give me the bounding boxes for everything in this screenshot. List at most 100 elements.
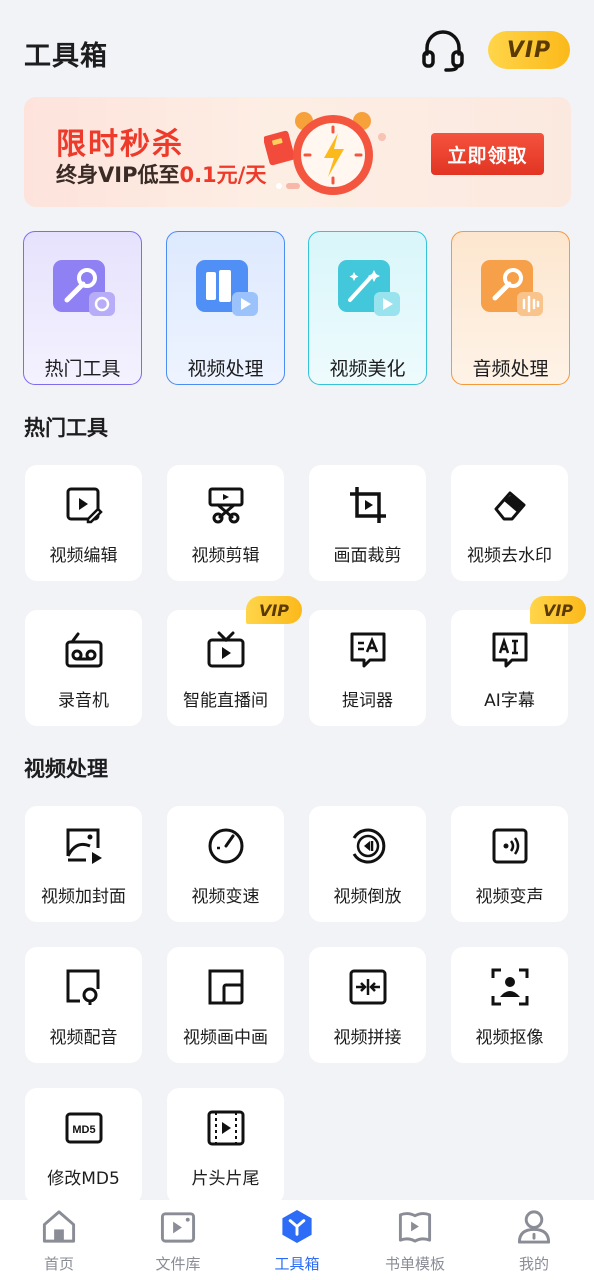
tool-label: 片头片尾	[191, 1169, 260, 1189]
tool-label: 视频加封面	[41, 887, 126, 907]
tool-video-cut[interactable]: 视频剪辑	[167, 465, 284, 581]
tool-crop[interactable]: 画面裁剪	[309, 465, 426, 581]
claim-button[interactable]: 立即领取	[431, 133, 544, 175]
tool-video-dubbing[interactable]: 视频配音	[25, 947, 142, 1063]
scissors-icon	[208, 487, 243, 524]
tool-label: 视频画中画	[183, 1028, 268, 1048]
tool-smart-live[interactable]: 智能直播间 VIP	[167, 596, 302, 726]
file-library-icon	[160, 1212, 196, 1243]
tool-label: 智能直播间	[183, 691, 268, 711]
nav-home[interactable]: 首页	[4, 1208, 114, 1274]
dubbing-icon	[66, 969, 99, 1005]
alarm-clock-icon	[264, 112, 386, 195]
category-label: 热门工具	[44, 358, 121, 380]
crop-icon	[349, 487, 386, 523]
category-audio-processing[interactable]: 音频处理	[451, 231, 570, 385]
tool-label: 视频倒放	[333, 887, 402, 907]
tool-portrait-cutout[interactable]: 视频抠像	[451, 947, 568, 1063]
tool-label: 视频拼接	[333, 1028, 402, 1048]
nav-label: 工具箱	[274, 1255, 320, 1273]
category-label: 视频美化	[329, 358, 406, 380]
tool-remove-watermark[interactable]: 视频去水印	[451, 465, 568, 581]
profile-icon	[517, 1210, 551, 1244]
portrait-cutout-icon	[491, 968, 528, 1006]
tool-label: 修改MD5	[47, 1169, 120, 1189]
tool-label: AI字幕	[484, 691, 535, 711]
magic-wand-icon	[337, 260, 400, 316]
nav-label: 书单模板	[384, 1255, 445, 1273]
vip-badge: VIP	[530, 596, 586, 624]
tool-picture-in-picture[interactable]: 视频画中画	[167, 947, 284, 1063]
tool-teleprompter[interactable]: 提词器	[309, 610, 426, 726]
home-icon	[42, 1210, 76, 1243]
md5-icon: MD5	[65, 1112, 102, 1144]
nav-file-library[interactable]: 文件库	[123, 1208, 233, 1274]
category-video-beautify[interactable]: 视频美化	[308, 231, 427, 385]
banner-title: 限时秒杀	[56, 127, 184, 162]
merge-icon	[349, 969, 386, 1005]
category-video-processing[interactable]: 视频处理	[166, 231, 285, 385]
section-title-hot-tools: 热门工具	[24, 416, 108, 440]
speedometer-icon	[208, 828, 243, 864]
tool-recorder[interactable]: 录音机	[25, 610, 142, 726]
eraser-icon	[494, 491, 525, 521]
category-label: 音频处理	[472, 358, 549, 380]
rewind-icon	[352, 828, 385, 864]
tool-ai-subtitle[interactable]: AI字幕 VIP	[451, 596, 586, 726]
cover-icon	[66, 828, 102, 864]
tool-video-cover[interactable]: 视频加封面	[25, 806, 142, 922]
section-title-video-processing: 视频处理	[24, 757, 108, 781]
tool-label: 视频剪辑	[191, 546, 260, 566]
tool-label: 视频去水印	[467, 546, 552, 566]
banner-subtitle: 终身VIP低至0.1元/天	[56, 159, 266, 189]
film-icon	[207, 1110, 244, 1146]
tool-label: 视频变速	[191, 887, 260, 907]
carousel-dot-active	[286, 183, 300, 189]
tool-label: 视频变声	[475, 887, 544, 907]
tool-voice-change[interactable]: 视频变声	[451, 806, 568, 922]
carousel-dot	[276, 183, 282, 189]
bottom-nav: 首页 文件库 工具箱 书单模板 我的	[0, 1200, 594, 1280]
tool-video-edit[interactable]: 视频编辑	[25, 465, 142, 581]
tool-intro-outro[interactable]: 片头片尾	[167, 1088, 284, 1204]
tool-label: 录音机	[58, 691, 109, 711]
promo-banner[interactable]: 限时秒杀 终身VIP低至0.1元/天 立即领取	[24, 97, 571, 207]
category-hot-tools[interactable]: 热门工具	[23, 231, 142, 385]
nav-label: 我的	[518, 1255, 549, 1273]
tv-icon	[207, 631, 244, 668]
pip-icon	[208, 969, 243, 1005]
tool-video-merge[interactable]: 视频拼接	[309, 947, 426, 1063]
tool-label: 画面裁剪	[333, 546, 402, 566]
ai-subtitle-icon	[492, 632, 527, 668]
banner-price: 0.1元/天	[179, 163, 267, 187]
tool-label: 提词器	[342, 691, 393, 711]
toolbox-icon	[282, 1209, 312, 1244]
video-edit-icon	[66, 487, 103, 524]
voice-change-icon	[492, 828, 527, 864]
nav-book-template[interactable]: 书单模板	[360, 1208, 470, 1274]
wrench-icon	[52, 260, 115, 316]
nav-label: 文件库	[155, 1255, 201, 1273]
video-grid-icon	[195, 260, 258, 316]
tool-modify-md5[interactable]: MD5 修改MD5	[25, 1088, 142, 1204]
recorder-icon	[65, 632, 102, 668]
category-label: 视频处理	[187, 358, 264, 380]
tool-video-speed[interactable]: 视频变速	[167, 806, 284, 922]
nav-profile[interactable]: 我的	[479, 1208, 589, 1274]
nav-label: 首页	[43, 1255, 74, 1273]
banner-subtitle-prefix: 终身VIP低至	[56, 163, 180, 187]
md5-icon-text: MD5	[72, 1124, 95, 1136]
header: 工具箱 VIP	[0, 0, 594, 100]
teleprompter-icon	[350, 632, 385, 668]
tool-label: 视频配音	[49, 1028, 118, 1048]
page-title: 工具箱	[24, 41, 108, 72]
vip-badge: VIP	[246, 596, 302, 624]
vip-button[interactable]: VIP	[488, 31, 570, 69]
tool-label: 视频抠像	[475, 1028, 544, 1048]
tool-video-reverse[interactable]: 视频倒放	[309, 806, 426, 922]
nav-toolbox[interactable]: 工具箱	[242, 1208, 352, 1274]
headset-icon[interactable]	[420, 30, 466, 72]
book-template-icon	[398, 1212, 432, 1243]
tool-label: 视频编辑	[49, 546, 118, 566]
audio-wrench-icon	[480, 260, 543, 316]
